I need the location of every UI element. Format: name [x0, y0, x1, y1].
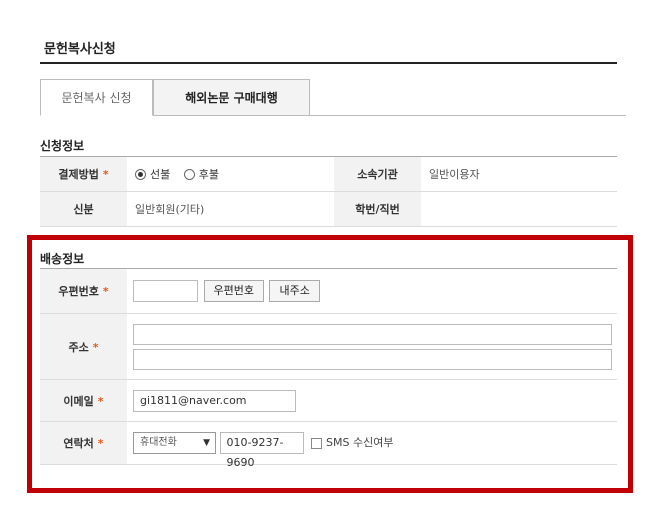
- payment-method-label: 결제방법 *: [40, 156, 127, 192]
- student-id-label: 학번/직번: [334, 191, 421, 227]
- table-row: 연락처 * 휴대전화 ▼ 010-9237-9690 SMS 수신여부: [40, 421, 617, 469]
- status-label: 신분: [40, 191, 127, 227]
- sms-consent-checkbox[interactable]: [311, 437, 322, 449]
- section-title-application: 신청정보: [40, 139, 85, 153]
- student-id-value: [421, 191, 617, 227]
- table-row: 신분 일반회원(기타) 학번/직번: [40, 191, 617, 227]
- email-input[interactable]: gi1811@naver.com: [133, 389, 296, 412]
- postal-code-input[interactable]: [133, 280, 198, 302]
- status-value: 일반회원(기타): [127, 191, 334, 227]
- tab-overseas-purchase[interactable]: 해외논문 구매대행: [153, 79, 310, 116]
- my-address-button[interactable]: 내주소: [269, 280, 320, 302]
- address-line1-input[interactable]: [133, 323, 612, 345]
- section-title-shipping: 배송정보: [40, 252, 85, 266]
- phone-number-input[interactable]: 010-9237-9690: [219, 432, 304, 469]
- payment-method-options: 선불 후불: [127, 156, 334, 192]
- postal-code-label: 우편번호 *: [40, 268, 127, 314]
- table-row: 주소 *: [40, 313, 617, 380]
- page-title: 문헌복사신청: [44, 42, 116, 57]
- table-row: 결제방법 * 선불 후불 소속기관 일반이용자: [40, 156, 617, 192]
- postal-code-search-button[interactable]: 우편번호: [203, 280, 264, 302]
- table-row: 우편번호 * 우편번호 내주소: [40, 268, 617, 314]
- radio-postpaid-label: 후불: [198, 168, 219, 181]
- radio-prepaid-label: 선불: [150, 168, 171, 181]
- phone-type-value: 휴대전화: [140, 437, 177, 448]
- required-mark: *: [92, 340, 99, 354]
- affiliation-value: 일반이용자: [421, 156, 617, 192]
- required-mark: *: [97, 394, 104, 408]
- required-mark: *: [102, 285, 109, 298]
- title-divider: [40, 62, 617, 64]
- phone-type-select[interactable]: 휴대전화 ▼: [133, 432, 216, 454]
- required-mark: *: [97, 437, 104, 450]
- sms-consent-label: SMS 수신여부: [326, 436, 394, 449]
- shipping-info-table: 우편번호 * 우편번호 내주소 주소 * 이메일 * gi1811@naver.com…: [40, 268, 617, 469]
- affiliation-label: 소속기관: [334, 156, 421, 192]
- table-row: 이메일 * gi1811@naver.com: [40, 379, 617, 422]
- email-label: 이메일 *: [40, 379, 127, 422]
- application-info-table: 결제방법 * 선불 후불 소속기관 일반이용자 신분 일반회원(기타) 학번/직번: [40, 156, 617, 227]
- chevron-down-icon: ▼: [203, 438, 210, 448]
- tab-document-copy[interactable]: 문헌복사 신청: [40, 79, 153, 116]
- address-line2-input[interactable]: [133, 348, 612, 370]
- required-mark: *: [102, 168, 109, 181]
- radio-postpaid[interactable]: [183, 169, 195, 180]
- address-label: 주소 *: [40, 313, 127, 380]
- tab-bar: 문헌복사 신청 해외논문 구매대행: [40, 79, 626, 116]
- radio-prepaid[interactable]: [135, 169, 146, 180]
- contact-label: 연락처 *: [40, 421, 127, 465]
